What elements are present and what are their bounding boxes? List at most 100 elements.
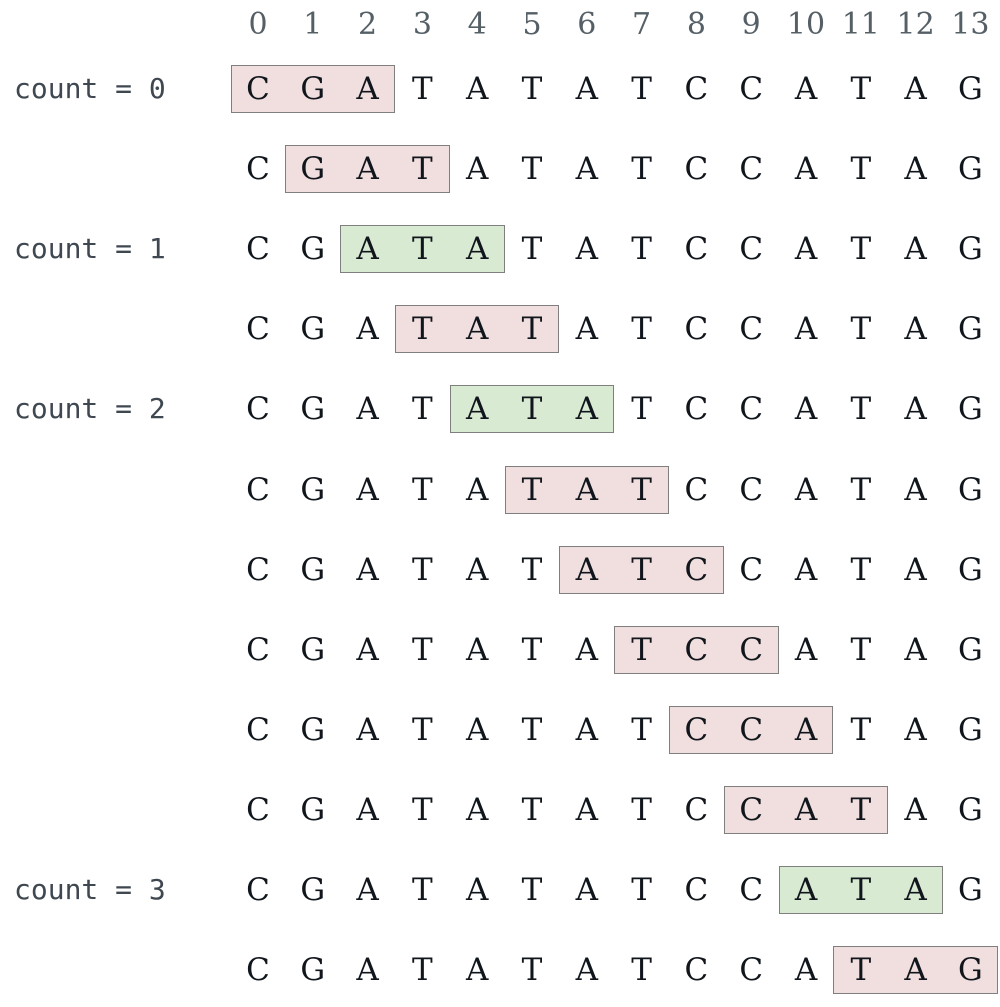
base-cell: C [739, 631, 764, 668]
base-cell: T [412, 471, 433, 508]
base-cell: A [794, 391, 818, 428]
base-cell: C [246, 551, 270, 588]
base-cell: T [521, 791, 543, 828]
base-cell: A [904, 151, 927, 188]
base-cell: G [958, 391, 983, 428]
index-label-1: 1 [303, 7, 323, 42]
sequence-row: count = 1CGATATATCCATAG [0, 221, 1000, 277]
base-cell: C [739, 71, 764, 107]
base-cell: C [246, 872, 270, 908]
base-cell: A [356, 791, 379, 828]
base-cell: T [412, 231, 433, 268]
base-cell: T [850, 952, 872, 989]
base-cell: C [246, 631, 270, 668]
base-cell: A [575, 71, 598, 107]
base-cell: C [684, 952, 709, 989]
base-cell: T [850, 551, 872, 588]
base-cell: G [958, 151, 983, 188]
index-label-4: 4 [467, 7, 487, 42]
base-cell: T [631, 631, 652, 668]
base-cell: C [739, 791, 764, 828]
base-cell: T [850, 872, 872, 908]
base-cell: A [356, 71, 379, 107]
base-cell: A [356, 391, 379, 428]
base-cell: T [850, 471, 872, 508]
base-cell: A [575, 471, 598, 508]
base-cell: T [631, 151, 652, 188]
base-cell: C [684, 391, 709, 428]
base-cell: A [794, 471, 818, 508]
base-cell: A [466, 872, 489, 908]
base-cell: G [300, 791, 326, 828]
base-cell: A [466, 551, 489, 588]
base-cell: C [684, 791, 709, 828]
base-cell: A [794, 231, 818, 268]
index-label-10: 10 [786, 7, 826, 42]
base-cell: T [631, 391, 652, 428]
sequence-row: CGATATATCCATAG [0, 301, 1000, 357]
base-cell: A [794, 711, 818, 748]
base-cell: T [631, 711, 652, 748]
base-cell: T [850, 151, 872, 188]
base-cell: C [739, 311, 764, 348]
base-cell: C [684, 471, 709, 508]
index-label-3: 3 [412, 7, 432, 42]
index-label-5: 5 [522, 7, 542, 42]
sequence-row: CGATATATCCATAG [0, 622, 1000, 678]
base-cell: C [246, 391, 270, 428]
base-cell: T [521, 391, 543, 428]
base-cell: C [246, 952, 270, 989]
base-cell: A [794, 311, 818, 348]
base-cell: A [904, 631, 927, 668]
base-cell: T [521, 551, 543, 588]
index-label-9: 9 [741, 7, 761, 42]
base-cell: G [958, 952, 983, 989]
base-cell: T [412, 711, 433, 748]
base-cell: C [739, 952, 764, 989]
base-cell: T [412, 311, 433, 348]
base-cell: T [412, 71, 433, 107]
base-cell: T [521, 71, 543, 107]
base-cell: A [356, 311, 379, 348]
base-cell: A [794, 151, 818, 188]
base-cell: A [356, 872, 379, 908]
base-cell: A [904, 231, 927, 268]
base-cell: G [300, 711, 326, 748]
base-cell: T [412, 391, 433, 428]
base-cell: C [246, 151, 270, 188]
base-cell: A [904, 711, 927, 748]
base-cell: A [575, 791, 598, 828]
base-cell: A [466, 311, 489, 348]
base-cell: C [246, 471, 270, 508]
base-cell: A [904, 791, 927, 828]
base-cell: G [300, 631, 326, 668]
base-cell: G [300, 311, 326, 348]
base-cell: G [300, 471, 326, 508]
base-cell: A [356, 551, 379, 588]
base-cell: T [631, 71, 652, 107]
base-cell: T [412, 151, 433, 188]
base-cell: A [466, 471, 489, 508]
base-cell: A [904, 471, 927, 508]
base-cell: T [631, 952, 652, 989]
count-label: count = 3 [14, 873, 166, 906]
sliding-window-figure: 0 1 2 3 4 5 6 7 8 9 10 11 12 13 count = 0CGATATATCCAT… [0, 0, 1000, 1007]
base-cell: A [466, 631, 489, 668]
sequence-row: CGATATATCCATAG [0, 141, 1000, 197]
sequence-row: CGATATATCCATAG [0, 462, 1000, 518]
base-cell: C [739, 151, 764, 188]
base-cell: A [466, 791, 489, 828]
base-cell: A [904, 391, 927, 428]
base-cell: A [794, 952, 818, 989]
base-cell: C [739, 231, 764, 268]
base-cell: T [850, 231, 872, 268]
base-cell: A [575, 151, 598, 188]
base-cell: C [739, 551, 764, 588]
base-cell: T [412, 631, 433, 668]
base-cell: G [300, 952, 326, 989]
base-cell: T [412, 551, 433, 588]
base-cell: G [300, 71, 326, 107]
base-cell: A [466, 711, 489, 748]
base-cell: C [246, 71, 270, 107]
base-cell: T [521, 631, 543, 668]
